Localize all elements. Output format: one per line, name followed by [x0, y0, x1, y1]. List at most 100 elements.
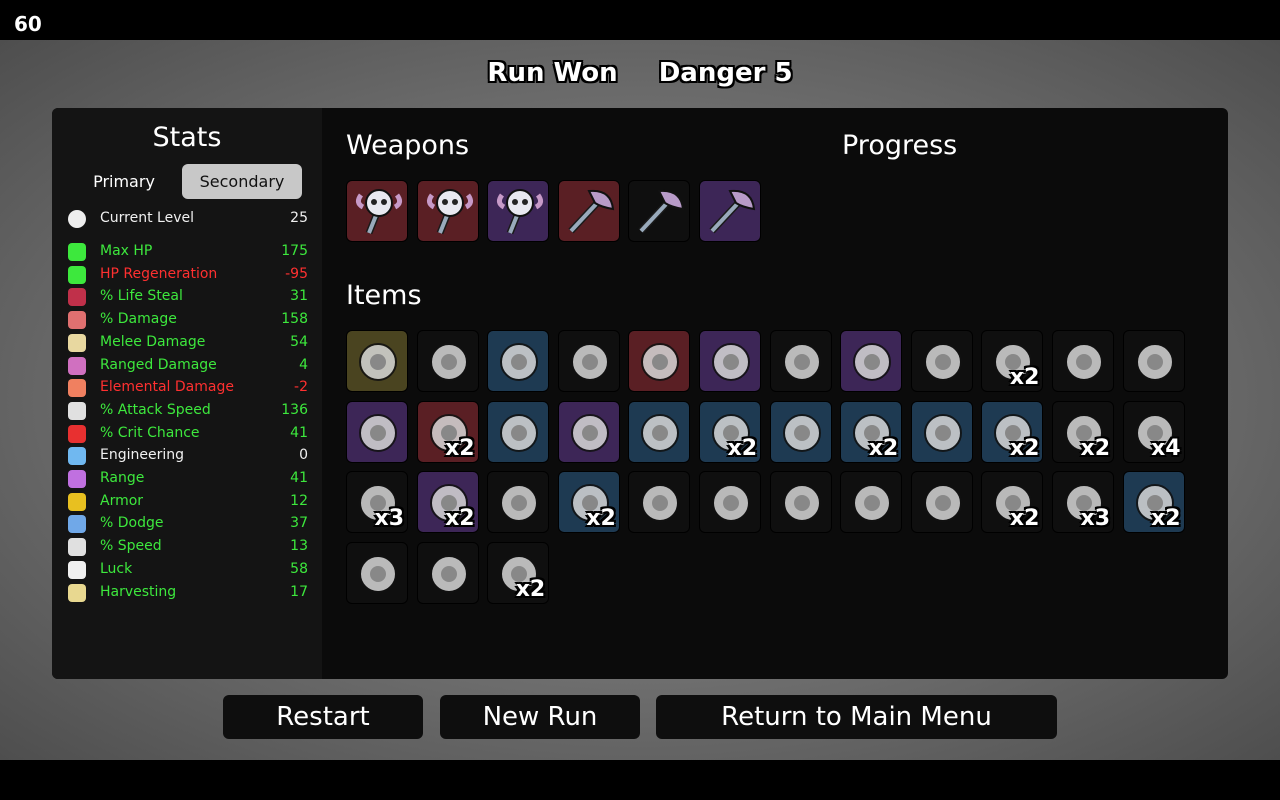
stat-value: 158	[281, 311, 308, 328]
inventory-slot[interactable]	[557, 400, 620, 463]
inventory-slot[interactable]	[346, 330, 408, 392]
inventory-slot[interactable]: x2	[981, 471, 1044, 534]
flame-icon	[68, 379, 86, 398]
stat-row: Range 41	[68, 468, 308, 490]
stat-label: % Damage	[100, 311, 177, 328]
inventory-slot[interactable]: x2	[1122, 471, 1185, 534]
inventory-slot[interactable]	[699, 471, 761, 534]
coffee-cup-icon	[641, 484, 680, 523]
quantity-label: x2	[1009, 506, 1040, 532]
stat-value: 12	[290, 492, 308, 509]
stat-row: Luck 58	[68, 559, 308, 581]
crescent-icon	[1065, 343, 1103, 381]
bear-icon	[853, 484, 892, 523]
inventory-slot[interactable]	[416, 330, 479, 392]
inventory-slot[interactable]: x3	[346, 471, 408, 534]
stat-value: 41	[290, 424, 308, 441]
inventory-slot[interactable]: x2	[840, 400, 903, 463]
peacock-icon	[359, 413, 397, 452]
inventory-slot[interactable]	[416, 541, 479, 604]
inventory-slot[interactable]	[557, 330, 620, 392]
inventory-slot[interactable]: x2	[557, 471, 620, 534]
inventory-slot[interactable]	[628, 330, 691, 392]
inventory-slot[interactable]	[487, 400, 550, 463]
wheat-icon	[68, 583, 86, 602]
stat-row: % Life Steal 31	[68, 286, 308, 308]
stat-row: % Dodge 37	[68, 513, 308, 535]
inventory-slot[interactable]: x2	[487, 541, 550, 604]
inventory-slot[interactable]	[628, 400, 691, 463]
inventory-slot[interactable]	[769, 471, 832, 534]
stat-row: Armor 12	[68, 491, 308, 513]
inventory-slot[interactable]: x2	[1052, 400, 1114, 463]
inventory-slot[interactable]	[487, 330, 550, 392]
inventory-slot[interactable]	[910, 330, 973, 392]
baby-bottle-icon	[570, 413, 609, 452]
tab-primary[interactable]: Primary	[64, 164, 184, 199]
stat-label: Melee Damage	[100, 333, 206, 350]
inventory-slot[interactable]	[346, 180, 408, 242]
bone-mace-icon	[497, 189, 544, 235]
stat-label: % Life Steal	[100, 288, 183, 305]
fps-counter: 60	[0, 0, 50, 40]
rocket-icon	[500, 484, 539, 523]
glowing-eyes-icon	[570, 343, 609, 381]
inventory-slot[interactable]	[699, 330, 761, 392]
inventory-slot[interactable]	[346, 541, 408, 604]
slime-icon	[923, 484, 962, 523]
inventory-slot[interactable]: x3	[1052, 471, 1114, 534]
inventory-slot[interactable]	[1122, 330, 1185, 392]
inventory-slot[interactable]	[628, 180, 691, 242]
stat-row: Elemental Damage -2	[68, 377, 308, 399]
weapons-title: Weapons	[346, 130, 470, 161]
quantity-label: x2	[445, 435, 475, 461]
brain-icon	[853, 343, 892, 381]
top-letterbox	[0, 0, 1280, 40]
inventory-slot[interactable]	[628, 471, 691, 534]
stat-label: Elemental Damage	[100, 379, 234, 396]
inventory-slot[interactable]	[557, 180, 620, 242]
stat-label: % Attack Speed	[100, 401, 211, 418]
inventory-slot[interactable]	[769, 400, 832, 463]
inventory-slot[interactable]	[840, 471, 903, 534]
quantity-label: x2	[445, 506, 475, 532]
inventory-slot[interactable]: x2	[416, 471, 479, 534]
stat-label: Engineering	[100, 447, 184, 464]
inventory-slot[interactable]	[910, 400, 973, 463]
inventory-slot[interactable]: x2	[981, 400, 1044, 463]
inventory-slot[interactable]	[416, 180, 479, 242]
stat-row: % Speed 13	[68, 536, 308, 558]
inventory-slot[interactable]	[910, 471, 973, 534]
inventory-slot[interactable]: x2	[416, 400, 479, 463]
quantity-label: x2	[586, 506, 616, 532]
new-run-button[interactable]: New Run	[440, 695, 640, 739]
quantity-label: x2	[868, 435, 899, 461]
inventory-slot[interactable]	[840, 330, 903, 392]
inventory-slot[interactable]: x4	[1122, 400, 1185, 463]
machine-icon	[923, 413, 962, 452]
main-menu-button[interactable]: Return to Main Menu	[656, 695, 1057, 739]
inventory-slot[interactable]	[346, 400, 408, 463]
quantity-label: x2	[1009, 365, 1040, 390]
inventory-slot[interactable]	[487, 471, 550, 534]
inventory-slot[interactable]	[769, 330, 832, 392]
shield-icon	[68, 492, 86, 511]
inventory-slot[interactable]	[487, 180, 550, 242]
stat-value: 37	[290, 515, 308, 532]
glove-icon	[500, 413, 539, 452]
stat-label: % Dodge	[100, 515, 164, 532]
inventory-slot[interactable]	[1052, 330, 1114, 392]
egg-face-icon	[359, 343, 397, 381]
restart-button[interactable]: Restart	[223, 695, 423, 739]
inventory-slot[interactable]	[699, 180, 761, 242]
quantity-label: x4	[1151, 435, 1181, 461]
heart-plus-icon	[68, 265, 86, 284]
stats-panel: Stats Primary Secondary Current Level 25…	[52, 108, 322, 679]
hourglass-icon	[68, 401, 86, 420]
sword-icon	[68, 333, 86, 352]
inventory-slot[interactable]: x2	[981, 330, 1044, 392]
inventory-slot[interactable]: x2	[699, 400, 761, 463]
stat-label: % Crit Chance	[100, 424, 200, 441]
stat-value: -2	[294, 379, 308, 396]
tab-secondary[interactable]: Secondary	[182, 164, 302, 199]
